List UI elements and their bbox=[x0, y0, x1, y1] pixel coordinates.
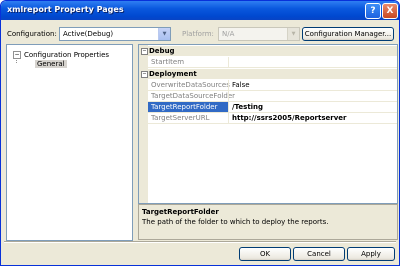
configuration-dropdown[interactable]: Active(Debug) ▼ bbox=[59, 27, 171, 41]
property-pages-window: xmlreport Property Pages ? X Configurati… bbox=[0, 0, 400, 266]
settings-tree[interactable]: − Configuration Properties General bbox=[6, 44, 133, 241]
tree-item-configuration-properties[interactable]: Configuration Properties bbox=[24, 51, 109, 59]
cancel-button[interactable]: Cancel bbox=[293, 247, 345, 261]
property-value[interactable]: /Testing bbox=[232, 103, 263, 111]
platform-dropdown[interactable]: N/A ▼ bbox=[218, 27, 300, 41]
collapse-icon[interactable]: − bbox=[141, 48, 148, 55]
collapse-icon[interactable]: − bbox=[141, 71, 148, 78]
property-row-selected[interactable]: TargetReportFolder /Testing bbox=[148, 102, 397, 113]
property-row[interactable]: OverwriteDataSources False bbox=[148, 80, 397, 91]
property-name: TargetServerURL bbox=[151, 114, 210, 122]
category-label: Debug bbox=[149, 47, 175, 55]
configuration-label: Configuration: bbox=[7, 30, 57, 38]
chevron-down-icon[interactable]: ▼ bbox=[158, 28, 170, 40]
category-deployment[interactable]: − Deployment bbox=[139, 69, 397, 79]
description-panel: TargetReportFolder The path of the folde… bbox=[138, 204, 398, 240]
configuration-manager-button[interactable]: Configuration Manager... bbox=[302, 27, 394, 41]
platform-label: Platform: bbox=[182, 30, 214, 38]
help-button[interactable]: ? bbox=[365, 3, 381, 19]
platform-value: N/A bbox=[222, 30, 235, 38]
column-divider bbox=[228, 113, 229, 123]
property-name: TargetDataSourceFolder bbox=[151, 92, 236, 100]
column-divider bbox=[228, 91, 229, 101]
configuration-value: Active(Debug) bbox=[63, 30, 114, 38]
property-name: TargetReportFolder bbox=[151, 103, 218, 111]
window-title: xmlreport Property Pages bbox=[7, 5, 124, 14]
title-bar[interactable]: xmlreport Property Pages ? X bbox=[1, 1, 399, 20]
property-row[interactable]: TargetDataSourceFolder bbox=[148, 91, 397, 102]
property-value[interactable]: False bbox=[232, 81, 250, 89]
description-title: TargetReportFolder bbox=[142, 208, 219, 216]
close-button[interactable]: X bbox=[382, 3, 398, 19]
property-row[interactable]: StartItem bbox=[148, 57, 397, 68]
property-value[interactable]: http://ssrs2005/Reportserver bbox=[232, 114, 346, 122]
tree-connector bbox=[16, 58, 17, 63]
collapse-icon[interactable]: − bbox=[13, 51, 21, 59]
category-label: Deployment bbox=[149, 70, 197, 78]
column-divider bbox=[228, 102, 229, 112]
chevron-down-icon[interactable]: ▼ bbox=[287, 28, 299, 40]
description-text: The path of the folder to which to deplo… bbox=[142, 218, 329, 226]
ok-button[interactable]: OK bbox=[239, 247, 291, 261]
property-name: OverwriteDataSources bbox=[151, 81, 230, 89]
property-grid[interactable]: − Debug StartItem − Deployment Overwrite… bbox=[138, 44, 398, 204]
column-divider bbox=[228, 80, 229, 90]
footer-separator bbox=[4, 241, 396, 243]
tree-item-general[interactable]: General bbox=[35, 60, 67, 68]
category-debug[interactable]: − Debug bbox=[139, 46, 397, 56]
column-divider bbox=[228, 57, 229, 67]
property-name: StartItem bbox=[151, 58, 185, 66]
apply-button[interactable]: Apply bbox=[347, 247, 395, 261]
property-row[interactable]: TargetServerURL http://ssrs2005/Reportse… bbox=[148, 113, 397, 124]
